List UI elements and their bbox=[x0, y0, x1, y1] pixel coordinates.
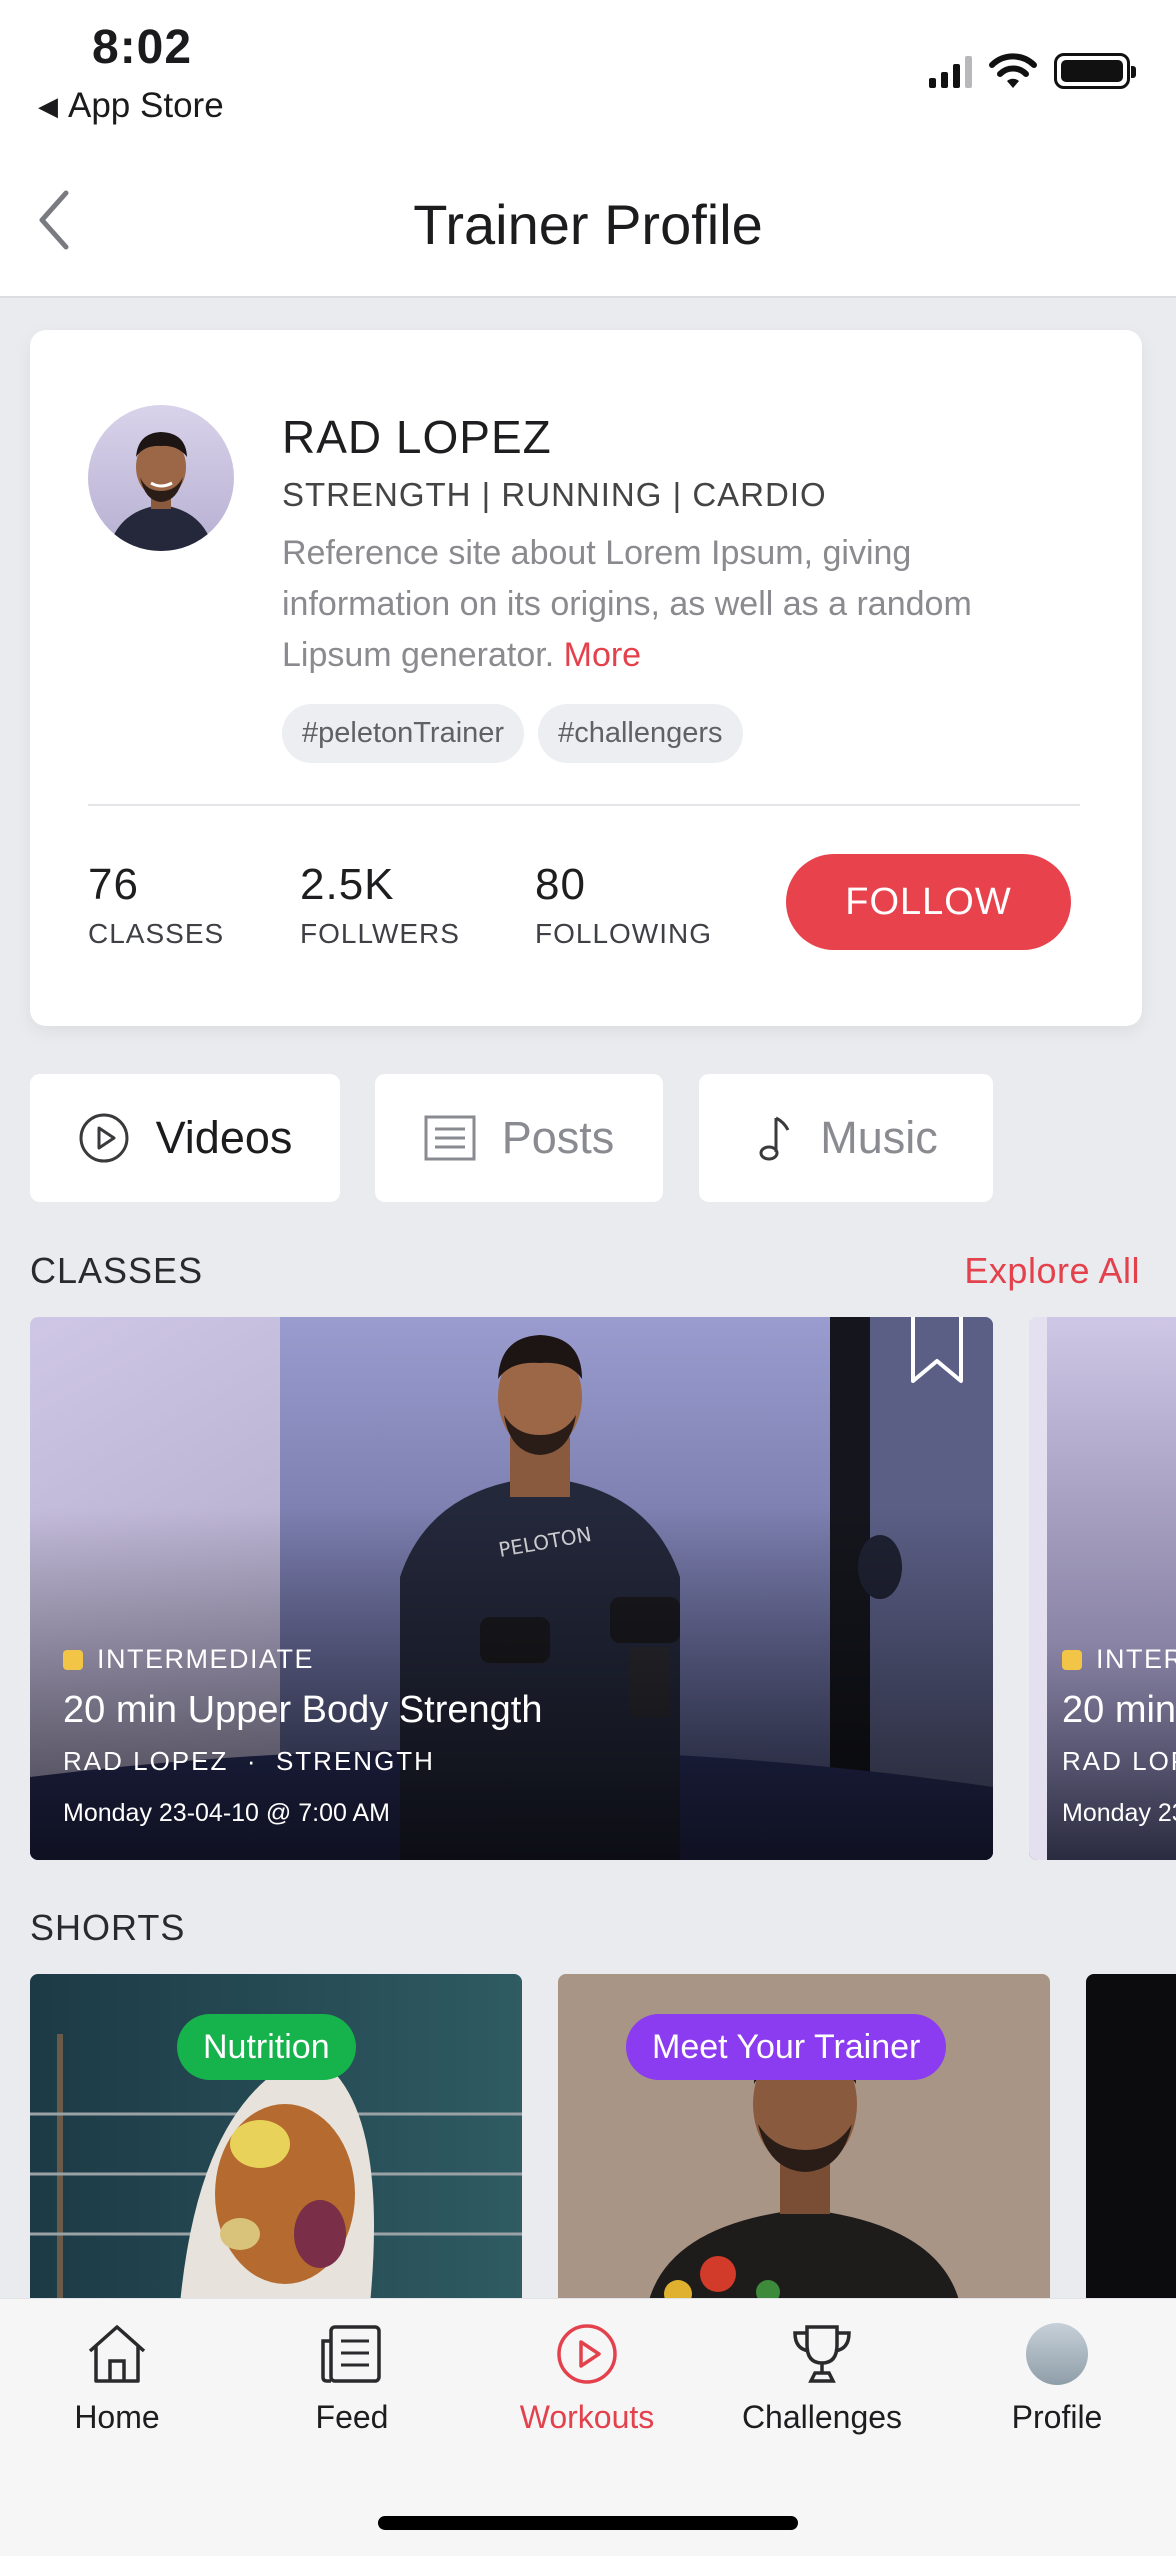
feed-icon bbox=[321, 2325, 381, 2383]
play-circle-icon bbox=[557, 2324, 617, 2384]
class-level: INTERMEDIATE bbox=[63, 1644, 543, 1675]
stat-label: CLASSES bbox=[88, 918, 225, 949]
tab-label: Workouts bbox=[519, 2399, 655, 2435]
meta-separator: · bbox=[237, 1746, 267, 1776]
class-trainer: RAD LOPEZ bbox=[1062, 1746, 1176, 1776]
tab-profile[interactable]: Profile bbox=[957, 2321, 1157, 2436]
divider bbox=[88, 804, 1080, 806]
navigation-bar: Trainer Profile bbox=[0, 140, 1176, 298]
tab-challenges[interactable]: Challenges bbox=[722, 2321, 922, 2436]
home-indicator bbox=[378, 2516, 798, 2530]
bookmark-icon[interactable] bbox=[909, 1317, 965, 1385]
class-card[interactable]: INTERMEDIATE 20 min Upper Body Strength … bbox=[1029, 1317, 1176, 1860]
cellular-signal-icon bbox=[929, 54, 972, 88]
level-label: INTERMEDIATE bbox=[97, 1644, 315, 1674]
status-time: 8:02 bbox=[92, 21, 193, 74]
profile-card: RAD LOPEZ STRENGTH | RUNNING | CARDIO Re… bbox=[30, 330, 1142, 1026]
back-to-app-store[interactable]: ◀ App Store bbox=[38, 86, 224, 126]
stat-value: 80 bbox=[535, 860, 586, 909]
status-icons bbox=[929, 52, 1136, 90]
shorts-section-title: SHORTS bbox=[30, 1907, 186, 1948]
class-meta: RAD LOPEZ bbox=[1062, 1746, 1176, 1777]
avatar-icon bbox=[1026, 2323, 1088, 2385]
category-pill: Meet Your Trainer bbox=[626, 2014, 947, 2080]
class-date: Monday 23-04-10 @ 7:00 AM bbox=[1062, 1799, 1176, 1827]
trainer-categories: STRENGTH | RUNNING | CARDIO bbox=[282, 476, 827, 513]
class-card[interactable]: PELOTON INTERMEDIATE 20 min Upper Body S… bbox=[30, 1317, 993, 1860]
tag-list: #peletonTrainer #challengers bbox=[282, 704, 743, 763]
stat-label: FOLLOWING bbox=[535, 918, 713, 949]
tab-label: Profile bbox=[1011, 2399, 1103, 2435]
tab-workouts[interactable]: Workouts bbox=[487, 2321, 687, 2436]
back-triangle-icon: ◀ bbox=[38, 90, 58, 121]
music-note-icon bbox=[759, 1116, 790, 1161]
short-card[interactable] bbox=[1086, 1974, 1176, 2304]
category-pill: Nutrition bbox=[177, 2014, 356, 2080]
follow-button[interactable]: FOLLOW bbox=[786, 854, 1071, 950]
document-icon bbox=[424, 1115, 476, 1161]
class-category: STRENGTH bbox=[275, 1746, 435, 1776]
class-info: INTERMEDIATE 20 min Upper Body Strength … bbox=[63, 1644, 543, 1828]
short-card-nutrition[interactable]: Nutrition bbox=[30, 1974, 522, 2304]
class-title: 20 min Upper Body Strength bbox=[63, 1689, 543, 1731]
tag-chip[interactable]: #peletonTrainer bbox=[282, 704, 525, 763]
class-meta: RAD LOPEZ · STRENGTH bbox=[63, 1746, 543, 1777]
play-circle-icon bbox=[79, 1113, 129, 1163]
tab-label: Home bbox=[74, 2399, 160, 2435]
tab-label: Challenges bbox=[741, 2399, 903, 2435]
class-trainer: RAD LOPEZ bbox=[63, 1746, 229, 1776]
trainer-name: RAD LOPEZ bbox=[282, 411, 552, 463]
short-card-meet-your-trainer[interactable]: Meet Your Trainer bbox=[558, 1974, 1050, 2304]
status-bar: 8:02 ◀ App Store bbox=[0, 0, 1176, 140]
tab-label: Videos bbox=[155, 1112, 293, 1163]
class-level: INTERMEDIATE bbox=[1062, 1644, 1176, 1675]
class-date: Monday 23-04-10 @ 7:00 AM bbox=[63, 1799, 390, 1827]
level-indicator-icon bbox=[1062, 1649, 1082, 1670]
tab-videos[interactable]: Videos bbox=[30, 1074, 340, 1202]
trophy-icon bbox=[793, 2325, 851, 2383]
trainer-avatar[interactable] bbox=[88, 405, 234, 551]
trainer-bio: Reference site about Lorem Ipsum, giving… bbox=[282, 528, 1082, 681]
tag-chip[interactable]: #challengers bbox=[538, 704, 743, 763]
wifi-icon bbox=[989, 53, 1037, 88]
page-title: Trainer Profile bbox=[413, 193, 763, 256]
tab-label: Posts bbox=[501, 1112, 615, 1163]
level-label: INTERMEDIATE bbox=[1096, 1644, 1176, 1674]
home-icon bbox=[88, 2325, 146, 2383]
tab-posts[interactable]: Posts bbox=[375, 1074, 663, 1202]
tab-feed[interactable]: Feed bbox=[252, 2321, 452, 2436]
stat-label: FOLLWERS bbox=[300, 918, 460, 949]
level-indicator-icon bbox=[63, 1649, 83, 1670]
stat-following[interactable]: 80 FOLLOWING bbox=[535, 860, 712, 950]
tab-label: Music bbox=[820, 1112, 938, 1163]
stat-followers[interactable]: 2.5K FOLLWERS bbox=[300, 860, 460, 950]
explore-all-link[interactable]: Explore All bbox=[964, 1250, 1140, 1292]
stat-value: 2.5K bbox=[300, 860, 395, 909]
tab-label: Feed bbox=[315, 2399, 389, 2435]
more-link[interactable]: More bbox=[564, 636, 641, 674]
class-title: 20 min Upper Body Strength bbox=[1062, 1689, 1176, 1731]
back-app-label: App Store bbox=[68, 86, 224, 125]
battery-icon bbox=[1054, 53, 1136, 89]
tab-music[interactable]: Music bbox=[699, 1074, 993, 1202]
stat-value: 76 bbox=[88, 860, 139, 909]
stat-classes[interactable]: 76 CLASSES bbox=[88, 860, 224, 950]
class-info: INTERMEDIATE 20 min Upper Body Strength … bbox=[1062, 1644, 1176, 1828]
tab-home[interactable]: Home bbox=[17, 2321, 217, 2436]
classes-section-title: CLASSES bbox=[30, 1250, 204, 1291]
